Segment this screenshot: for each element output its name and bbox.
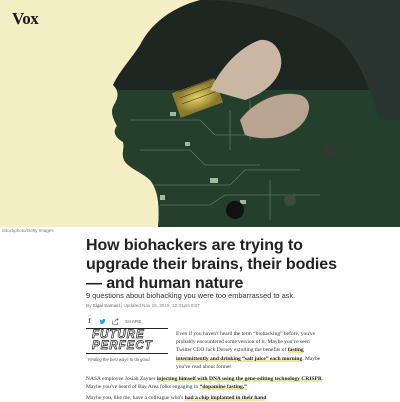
share-bar: f SHARE: [86, 316, 142, 326]
p1b-text1: NASA employee Josiah Zayner: [86, 376, 157, 382]
body-paragraph-1: Even if you haven't heard the term “bioh…: [176, 330, 324, 371]
fp-rule-bottom: [86, 353, 168, 354]
fp-line1: FUTURE: [92, 329, 145, 341]
share-icon[interactable]: [112, 317, 119, 325]
p1b-link-crispr[interactable]: injecting himself with DNA using the gen…: [156, 376, 322, 382]
twitter-bird-glyph: [99, 318, 106, 324]
body-paragraph-1-continued: NASA employee Josiah Zayner injecting hi…: [86, 375, 324, 391]
byline-separator: |: [121, 303, 123, 308]
p1b-link-dopamine[interactable]: “dopamine fasting.”: [199, 384, 247, 391]
byline-prefix: By: [86, 303, 92, 308]
share-arrow-glyph: [112, 317, 119, 325]
byline-updated: Updated Nov 15, 2019, 12:31pm EST: [123, 303, 201, 308]
byline: By Sigal Samuel | Updated Nov 15, 2019, …: [86, 303, 200, 308]
site-logo[interactable]: Vox: [12, 10, 39, 27]
facebook-icon[interactable]: f: [86, 317, 93, 325]
hero-image: Vox: [0, 0, 400, 227]
fp-title: FUTURE PERFECT: [92, 329, 153, 352]
share-label[interactable]: SHARE: [125, 319, 142, 324]
fp-line2: PERFECT: [92, 339, 153, 352]
twitter-icon[interactable]: [99, 318, 106, 325]
byline-author[interactable]: Sigal Samuel: [93, 303, 120, 308]
article-dek: 9 questions about biohacking you were to…: [86, 291, 296, 300]
p2-text1: Maybe you, like me, have a colleague who…: [86, 395, 185, 401]
future-perfect-badge[interactable]: FUTURE PERFECT Finding the best ways to …: [86, 328, 170, 364]
body-paragraph-2: Maybe you, like me, have a colleague who…: [86, 394, 324, 402]
fp-tagline: Finding the best ways to do good.: [88, 357, 151, 362]
article-headline: How biohackers are trying to upgrade the…: [86, 237, 337, 292]
p2-link-chip[interactable]: had a chip implanted in their hand: [184, 395, 267, 401]
image-credit: iStockphoto/Getty Images: [2, 228, 54, 233]
head-silhouette-circuit-art: [112, 0, 400, 227]
